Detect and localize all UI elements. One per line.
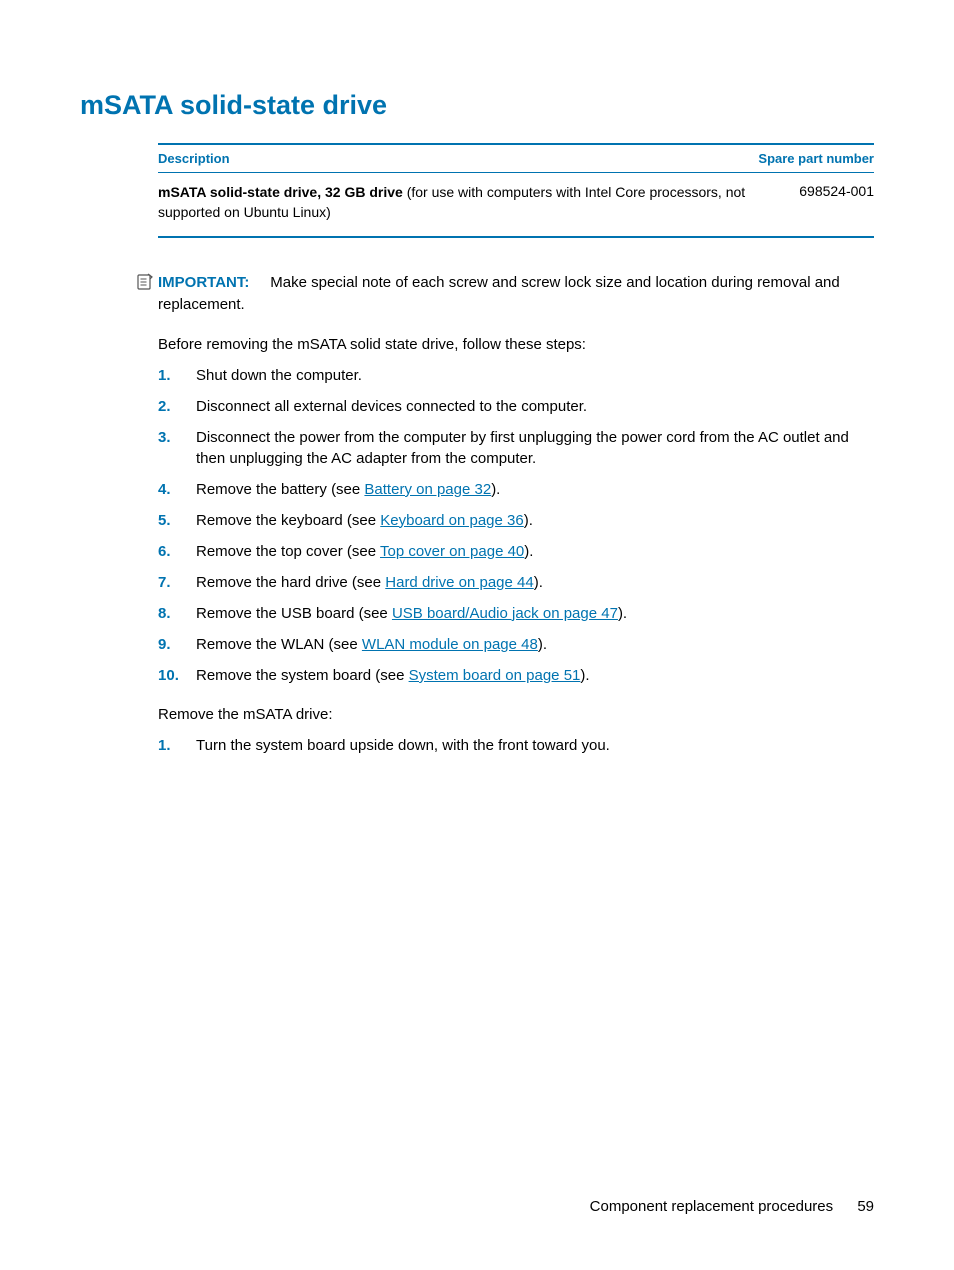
step-text-suffix: ). <box>524 543 533 560</box>
footer-section-name: Component replacement procedures <box>590 1198 833 1215</box>
step-text: Remove the WLAN (see <box>196 636 362 653</box>
table-row: mSATA solid-state drive, 32 GB drive (fo… <box>158 173 874 236</box>
list-item: Remove the WLAN (see WLAN module on page… <box>158 634 874 655</box>
list-item: Remove the system board (see System boar… <box>158 665 874 686</box>
list-item: Remove the top cover (see Top cover on p… <box>158 541 874 562</box>
step-text: Remove the hard drive (see <box>196 574 385 591</box>
steps-list-1: Shut down the computer. Disconnect all ex… <box>158 365 874 686</box>
cross-reference-link[interactable]: Keyboard on page 36 <box>380 512 523 529</box>
col-header-description: Description <box>158 151 230 166</box>
step-text: Remove the keyboard (see <box>196 512 380 529</box>
step-text-suffix: ). <box>524 512 533 529</box>
cross-reference-link[interactable]: Top cover on page 40 <box>380 543 524 560</box>
page-footer: Component replacement procedures 59 <box>590 1198 874 1215</box>
step-text-suffix: ). <box>538 636 547 653</box>
cell-description: mSATA solid-state drive, 32 GB drive (fo… <box>158 183 799 222</box>
intro-text-1: Before removing the mSATA solid state dr… <box>158 334 874 355</box>
cross-reference-link[interactable]: USB board/Audio jack on page 47 <box>392 605 618 622</box>
list-item: Remove the hard drive (see Hard drive on… <box>158 572 874 593</box>
section-heading: mSATA solid-state drive <box>80 90 874 121</box>
cross-reference-link[interactable]: System board on page 51 <box>409 667 581 684</box>
step-text: Remove the battery (see <box>196 481 364 498</box>
list-item: Remove the keyboard (see Keyboard on pag… <box>158 510 874 531</box>
step-text: Turn the system board upside down, with … <box>196 737 610 754</box>
list-item: Remove the USB board (see USB board/Audi… <box>158 603 874 624</box>
intro-text-2: Remove the mSATA drive: <box>158 704 874 725</box>
step-text: Remove the top cover (see <box>196 543 380 560</box>
step-text: Remove the system board (see <box>196 667 409 684</box>
parts-table: Description Spare part number mSATA soli… <box>158 143 874 238</box>
cross-reference-link[interactable]: Hard drive on page 44 <box>385 574 533 591</box>
step-text: Disconnect all external devices connecte… <box>196 398 587 415</box>
cell-spare: 698524-001 <box>799 183 874 199</box>
page-container: mSATA solid-state drive Description Spar… <box>0 0 954 1270</box>
desc-bold: mSATA solid-state drive, 32 GB drive <box>158 184 403 200</box>
step-text: Shut down the computer. <box>196 367 362 384</box>
steps-list-2: Turn the system board upside down, with … <box>158 735 874 756</box>
cross-reference-link[interactable]: WLAN module on page 48 <box>362 636 538 653</box>
col-header-spare: Spare part number <box>758 151 874 166</box>
step-text-suffix: ). <box>580 667 589 684</box>
list-item: Disconnect the power from the computer b… <box>158 427 874 469</box>
cross-reference-link[interactable]: Battery on page 32 <box>364 481 491 498</box>
important-label: IMPORTANT: <box>158 274 249 291</box>
footer-page-number: 59 <box>857 1198 874 1215</box>
table-header-row: Description Spare part number <box>158 145 874 173</box>
important-note: IMPORTANT: Make special note of each scr… <box>138 272 874 316</box>
step-text-suffix: ). <box>491 481 500 498</box>
note-icon <box>136 273 154 291</box>
list-item: Turn the system board upside down, with … <box>158 735 874 756</box>
step-text-suffix: ). <box>618 605 627 622</box>
list-item: Remove the battery (see Battery on page … <box>158 479 874 500</box>
step-text: Disconnect the power from the computer b… <box>196 429 849 467</box>
step-text-suffix: ). <box>534 574 543 591</box>
list-item: Disconnect all external devices connecte… <box>158 396 874 417</box>
step-text: Remove the USB board (see <box>196 605 392 622</box>
list-item: Shut down the computer. <box>158 365 874 386</box>
